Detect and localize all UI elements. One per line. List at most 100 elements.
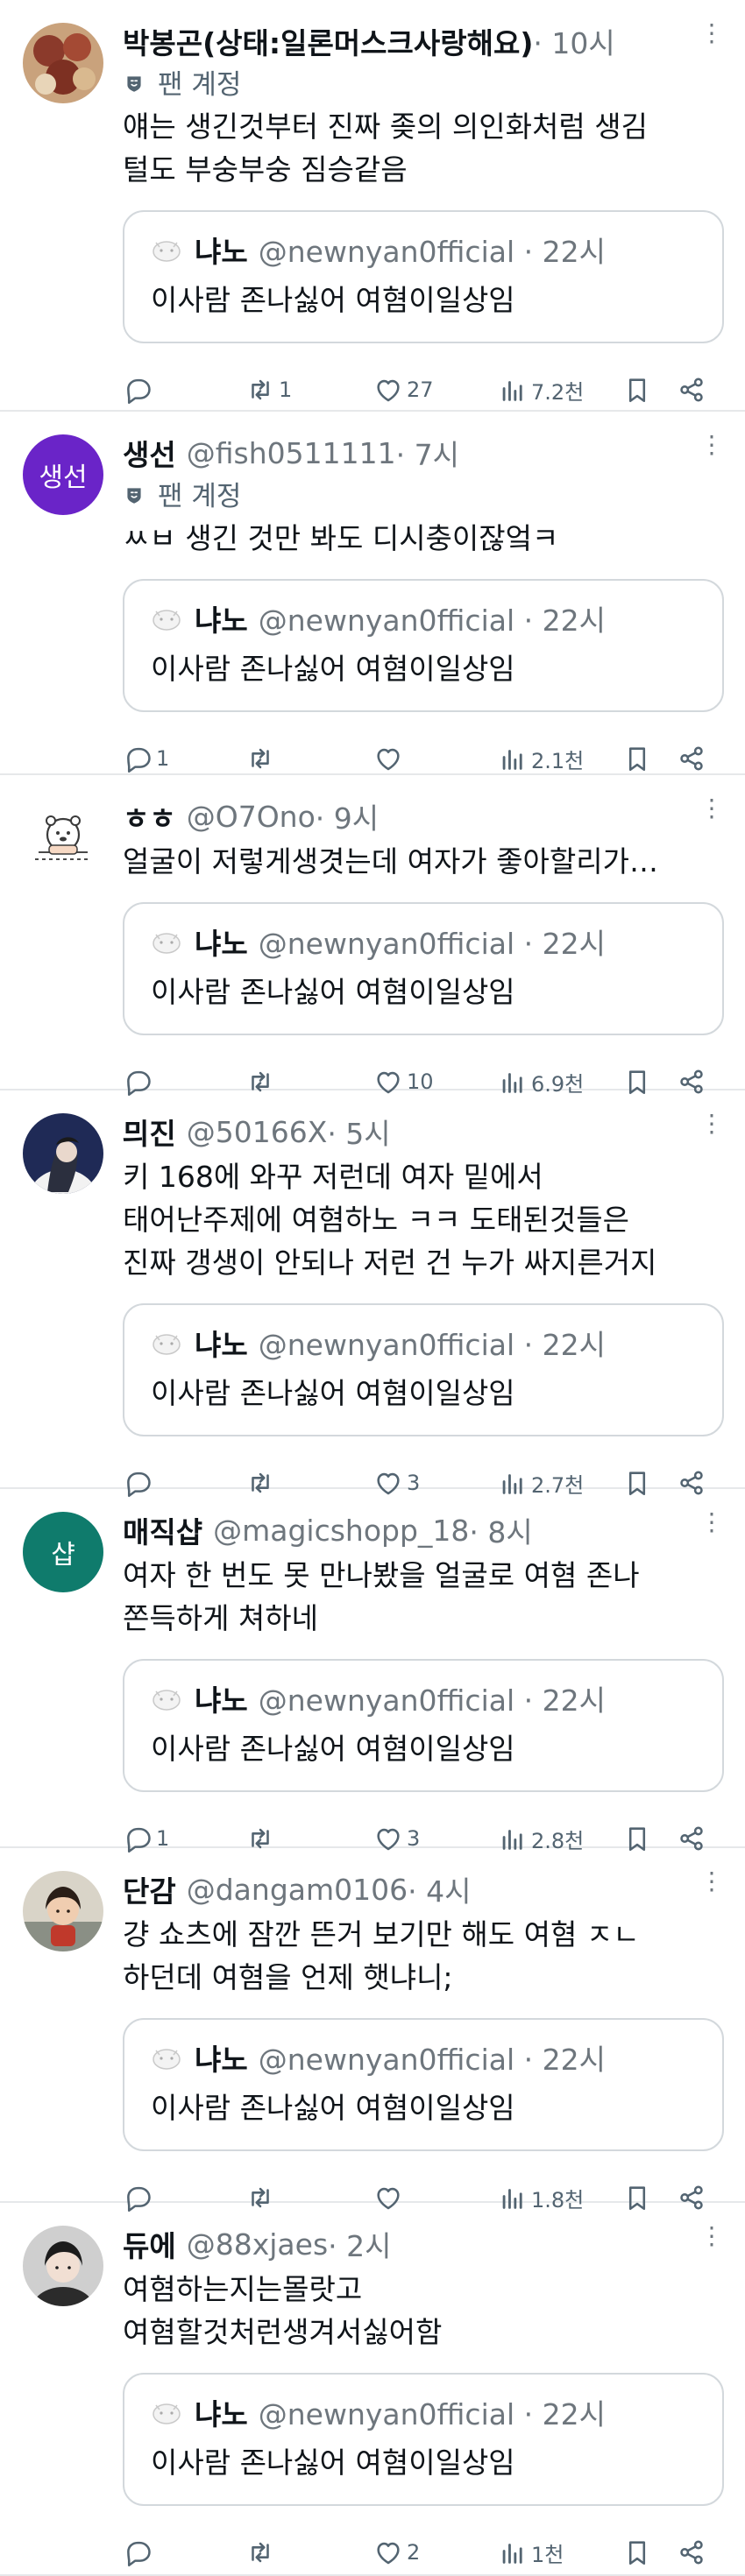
views-button[interactable]: 7.2천 xyxy=(498,370,584,410)
reply-tweet[interactable]: 듀에 @88xjaes · 2시 ⋮ 여혐하는지는몰랏고 여혐할것처런생겨서싫어함냐노 @… xyxy=(0,2203,745,2576)
timestamp[interactable]: · 8시 xyxy=(469,1510,532,1550)
reply-tweet[interactable]: 단감 @dangam0106 · 4시 ⋮ 걍 쇼츠에 잠깐 뜬거 보기만 해도 여혐… xyxy=(0,1848,745,2213)
quoted-tweet[interactable]: 냐노 @newnyan0fficial · 22시이사람 존나싫어 여혐이일상임 xyxy=(123,2373,724,2506)
quoted-tweet[interactable]: 냐노 @newnyan0fficial · 22시 이사람 존나싫어 여혐이일상임 xyxy=(123,1303,724,1436)
avatar[interactable]: 샵 xyxy=(23,1512,103,1592)
more-options-icon[interactable]: ⋮ xyxy=(699,796,724,821)
tweet-body: 매직샵 @magicshopp_18 · 8시 ⋮ 여자 한 번도 못 만나봤을 얼굴… xyxy=(123,1510,724,1853)
bookmark-button[interactable] xyxy=(622,370,652,410)
tweet-text-line: 여혐할것처런생겨서싫어함 xyxy=(123,2315,443,2349)
bookmark-icon xyxy=(622,375,652,405)
quoted-handle: @newnyan0fficial · 22시 xyxy=(258,603,606,638)
fan-account-label: 팬 계정 xyxy=(123,61,724,102)
user-handle[interactable]: @dangam0106 xyxy=(187,1873,408,1907)
quoted-tweet[interactable]: 냐노 @newnyan0fficial · 22시 이사람 존나싫어 여혐이일상임 xyxy=(123,1659,724,1792)
more-options-icon[interactable]: ⋮ xyxy=(699,1112,724,1136)
user-handle[interactable]: @fish0511111 xyxy=(187,436,396,470)
reply-button[interactable]: 1 xyxy=(123,738,169,779)
bookmark-button[interactable] xyxy=(622,738,652,779)
reply-tweet[interactable]: ㅎㅎ @O7Ono · 9시 ⋮ 얼굴이 저렇게생겻는데 여자가 좋아할리가… 냐노 @n… xyxy=(0,775,745,1097)
display-name[interactable]: 듀에 xyxy=(123,2224,176,2264)
timestamp[interactable]: · 10시 xyxy=(533,21,614,61)
reply-button[interactable] xyxy=(123,370,153,410)
retweet-button[interactable]: 1 xyxy=(245,370,292,410)
tweet-text-line: 키 168에 와꾸 저런데 여자 밑에서 xyxy=(123,1160,543,1194)
more-options-icon[interactable]: ⋮ xyxy=(699,1869,724,1894)
like-count: 27 xyxy=(407,378,434,402)
share-button[interactable] xyxy=(677,738,706,779)
quoted-tweet[interactable]: 냐노 @newnyan0fficial · 22시 이사람 존나싫어 여혐이일상임 xyxy=(123,579,724,712)
more-options-icon[interactable]: ⋮ xyxy=(699,1510,724,1535)
avatar[interactable] xyxy=(23,23,103,103)
like-count: 3 xyxy=(407,1826,421,1851)
share-icon xyxy=(677,375,706,405)
retweet-button[interactable] xyxy=(245,738,275,779)
display-name[interactable]: 생선 xyxy=(123,433,176,473)
share-button[interactable] xyxy=(677,370,706,410)
bookmark-button[interactable] xyxy=(622,2532,652,2572)
avatar-initials: 생선 xyxy=(23,434,103,515)
fan-account-text: 팬 계정 xyxy=(158,68,242,101)
timestamp[interactable]: · 2시 xyxy=(328,2224,391,2264)
avatar[interactable]: 생선 xyxy=(23,434,103,515)
avatar[interactable] xyxy=(23,1113,103,1194)
quoted-tweet[interactable]: 냐노 @newnyan0fficial · 22시 이사람 존나싫어 여혐이일상임 xyxy=(123,210,724,343)
quoted-avatar xyxy=(151,1327,182,1359)
reply-tweet[interactable]: 믜진 @50166X · 5시 ⋮ 키 168에 와꾸 저런데 여자 밑에서 태어난주제… xyxy=(0,1090,745,1498)
tweet-text-line: ㅆㅂ 생긴 것만 봐도 디시충이잖엌ㅋ xyxy=(123,521,559,555)
display-name[interactable]: 믜진 xyxy=(123,1112,176,1152)
retweet-icon xyxy=(245,375,275,405)
reply-tweet[interactable]: 박봉곤(상태:일론머스크사랑해요) · 10시 ⋮ 팬 계정얘는 생긴것부터 진짜 … xyxy=(0,0,745,412)
views-button[interactable]: 2.1천 xyxy=(498,738,584,779)
timestamp[interactable]: · 4시 xyxy=(408,1869,471,1909)
quoted-text: 이사람 존나싫어 여혐이일상임 xyxy=(151,2091,515,2125)
share-button[interactable] xyxy=(677,2532,706,2572)
views-icon xyxy=(498,375,528,405)
tweet-text: 걍 쇼츠에 잠깐 뜬거 보기만 해도 여혐 ㅈㄴ 하던데 여혐을 언제 햇냐니; xyxy=(123,1913,724,1999)
reply-tweet[interactable]: 생선 생선 @fish0511111 · 7시 ⋮ 팬 계정 ㅆㅂ 생긴 것만 봐도 디시… xyxy=(0,412,745,775)
reply-icon xyxy=(123,2537,153,2567)
tweet-text: 얘는 생긴것부터 진짜 좆의 의인화처럼 생김 털도 부숭부숭 짐승같음 xyxy=(123,105,724,191)
user-handle[interactable]: @O7Ono xyxy=(187,800,316,834)
quoted-avatar xyxy=(151,926,182,957)
quoted-tweet[interactable]: 냐노 @newnyan0fficial · 22시 이사람 존나싫어 여혐이일상임 xyxy=(123,902,724,1035)
tweet-text-line: 걍 쇼츠에 잠깐 뜬거 보기만 해도 여혐 ㅈㄴ xyxy=(123,1917,640,1951)
user-handle[interactable]: @magicshopp_18 xyxy=(213,1514,469,1548)
quoted-header: 냐노 @newnyan0fficial · 22시 xyxy=(151,921,606,962)
quoted-text: 이사람 존나싫어 여혐이일상임 xyxy=(151,652,515,686)
quoted-text: 이사람 존나싫어 여혐이일상임 xyxy=(151,283,515,317)
more-options-icon[interactable]: ⋮ xyxy=(699,2224,724,2248)
user-handle[interactable]: @50166X xyxy=(187,1115,328,1149)
quoted-header: 냐노 @newnyan0fficial · 22시 xyxy=(151,2392,606,2432)
views-count: 1천 xyxy=(531,2542,564,2567)
reply-button[interactable] xyxy=(123,2532,153,2572)
reply-feed: 박봉곤(상태:일론머스크사랑해요) · 10시 ⋮ 팬 계정얘는 생긴것부터 진짜 … xyxy=(0,0,745,2576)
display-name[interactable]: 단감 xyxy=(123,1869,176,1909)
like-button[interactable]: 2 xyxy=(373,2532,420,2572)
tweet-text-line: 얘는 생긴것부터 진짜 좆의 의인화처럼 생김 xyxy=(123,109,648,144)
display-name[interactable]: ㅎㅎ xyxy=(123,796,176,836)
views-button[interactable]: 1천 xyxy=(498,2532,564,2572)
tweet-header: 듀에 @88xjaes · 2시 xyxy=(123,2224,724,2264)
more-options-icon[interactable]: ⋮ xyxy=(699,21,724,46)
quoted-handle: @newnyan0fficial · 22시 xyxy=(258,235,606,269)
avatar[interactable] xyxy=(23,1871,103,1951)
quoted-text: 이사람 존나싫어 여혐이일상임 xyxy=(151,2445,515,2480)
more-options-icon[interactable]: ⋮ xyxy=(699,433,724,457)
like-button[interactable] xyxy=(373,738,403,779)
quoted-tweet[interactable]: 냐노 @newnyan0fficial · 22시 이사람 존나싫어 여혐이일상임 xyxy=(123,2018,724,2151)
display-name[interactable]: 박봉곤(상태:일론머스크사랑해요) xyxy=(123,21,533,61)
avatar[interactable] xyxy=(23,2226,103,2306)
timestamp[interactable]: · 9시 xyxy=(316,796,379,836)
avatar[interactable] xyxy=(23,798,103,879)
timestamp[interactable]: · 5시 xyxy=(327,1112,390,1152)
tweet-text-line: 여자 한 번도 못 만나봤을 얼굴로 여혐 존나 xyxy=(123,1558,640,1592)
timestamp[interactable]: · 7시 xyxy=(396,433,459,473)
reply-tweet[interactable]: 샵 매직샵 @magicshopp_18 · 8시 ⋮ 여자 한 번도 못 만나봤을 얼… xyxy=(0,1489,745,1853)
tweet-header: 매직샵 @magicshopp_18 · 8시 xyxy=(123,1510,724,1550)
retweet-button[interactable] xyxy=(245,2532,275,2572)
like-button[interactable]: 27 xyxy=(373,370,434,410)
tweet-text: 여혐하는지는몰랏고 여혐할것처런생겨서싫어함 xyxy=(123,2268,724,2354)
user-handle[interactable]: @88xjaes xyxy=(187,2227,328,2262)
display-name[interactable]: 매직샵 xyxy=(123,1510,202,1550)
